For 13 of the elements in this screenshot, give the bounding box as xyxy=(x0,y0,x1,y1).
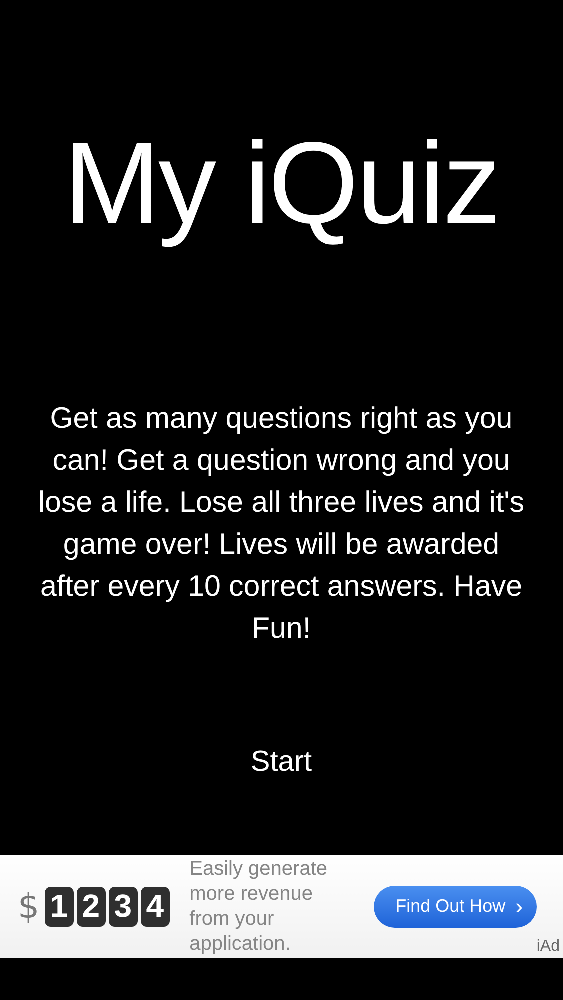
counter-digit: 3 xyxy=(108,886,138,926)
currency-sign: $ xyxy=(18,886,40,926)
find-out-how-button[interactable]: Find Out How › xyxy=(374,886,537,928)
ad-banner[interactable]: $ 1 2 3 4 Easily generate more revenue from your application. Find Out How › iAd xyxy=(0,855,563,958)
counter-digit: 1 xyxy=(44,886,74,926)
ad-brand-label: iAd xyxy=(536,938,560,956)
start-button[interactable]: Start xyxy=(240,742,322,783)
app-title: My iQuiz xyxy=(62,117,500,250)
caret-icon: › xyxy=(516,896,523,918)
counter-digit: 2 xyxy=(76,886,106,926)
instructions-text: Get as many questions right as you can! Get a question wrong and you lose a life. Lose all three lives and it's game over! Lives will be awarded after every 10 correct answers. Have Fun! xyxy=(37,401,526,647)
ad-text: Easily generate more revenue from your application. xyxy=(190,856,329,956)
counter-digit: 4 xyxy=(140,886,170,926)
